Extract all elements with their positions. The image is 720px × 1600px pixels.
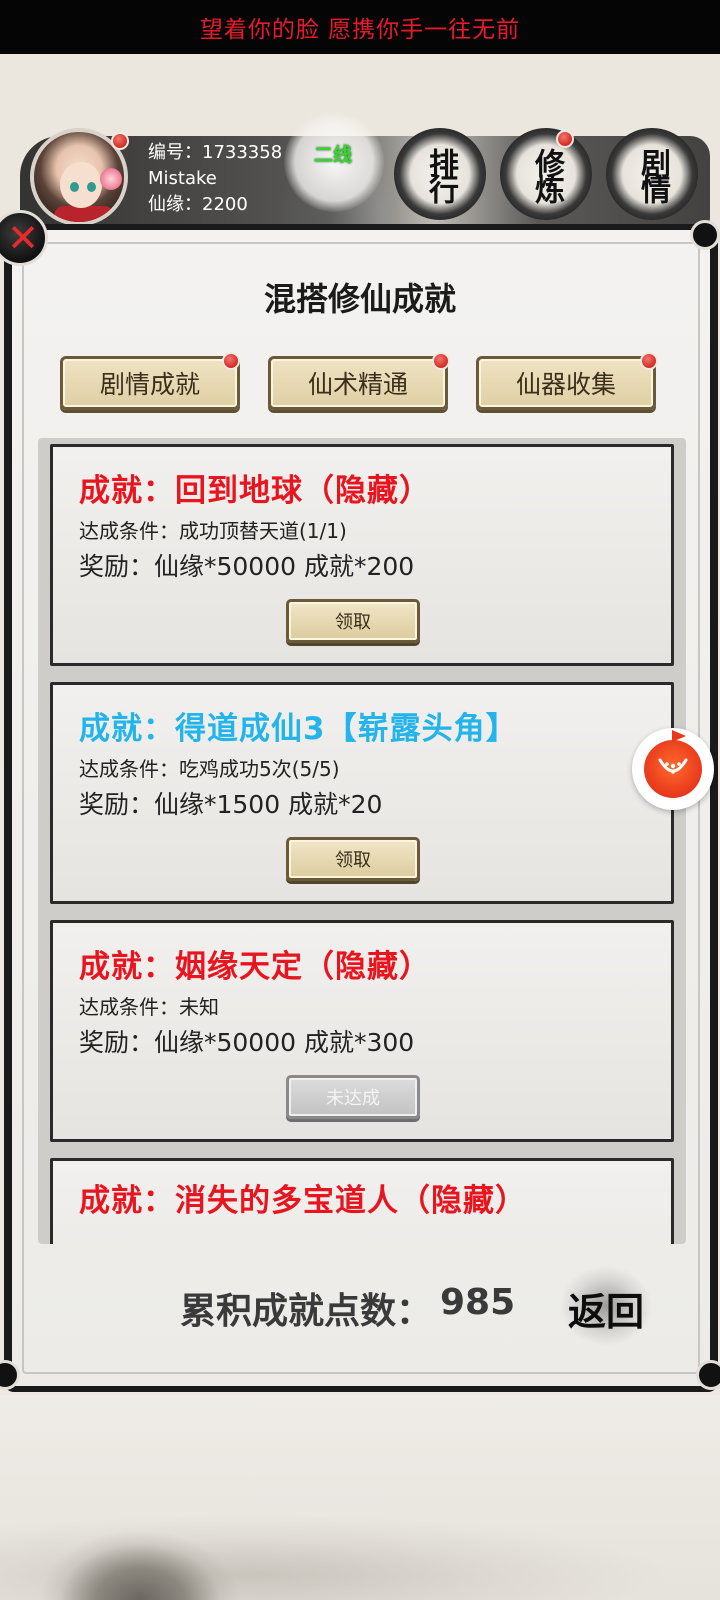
total-points-value: 985 (440, 1282, 516, 1323)
tab-artifact-collection[interactable]: 仙器收集 (476, 356, 656, 410)
achievement-reward: 奖励：仙缘*50000 成就*300 (79, 1028, 415, 1057)
achievement-card: 成就：得道成仙3【崭露头角】 达成条件：吃鸡成功5次(5/5) 奖励：仙缘*15… (50, 682, 674, 904)
cultivate-label: 修炼 (529, 148, 564, 200)
achievement-condition: 达成条件：未知 (79, 995, 219, 1019)
achievement-condition: 达成条件：成功顶替天道(1/1) (79, 519, 347, 543)
player-id: 编号：1733358 (148, 142, 283, 163)
avatar-notification-dot (111, 132, 129, 150)
corner-ornament (690, 220, 720, 250)
tab-notification-dot (222, 352, 240, 370)
tab-label: 剧情成就 (99, 370, 200, 399)
story-label: 剧情 (635, 148, 670, 200)
story-button[interactable]: 剧情 (606, 128, 698, 220)
not-achieved-button[interactable]: 未达成 (286, 1075, 420, 1119)
tab-label: 仙术精通 (307, 370, 408, 399)
rank-button[interactable]: 排行 (394, 128, 486, 220)
claim-button[interactable]: 领取 (286, 599, 420, 643)
back-button[interactable]: 返回 (560, 1266, 652, 1350)
corner-ornament (696, 1360, 720, 1390)
tab-spell-mastery[interactable]: 仙术精通 (268, 356, 448, 410)
achievement-condition: 达成条件：吃鸡成功5次(5/5) (79, 757, 340, 781)
achievement-card: 成就：回到地球（隐藏） 达成条件：成功顶替天道(1/1) 奖励：仙缘*50000… (50, 444, 674, 666)
banner-text: 望着你的脸 愿携你手一往无前 (199, 17, 521, 43)
achievement-list[interactable]: 成就：回到地球（隐藏） 达成条件：成功顶替天道(1/1) 奖励：仙缘*50000… (38, 438, 686, 1244)
achievement-reward: 奖励：仙缘*1500 成就*20 (79, 790, 383, 819)
achievement-card: 成就：消失的多宝道人（隐藏） (50, 1158, 674, 1244)
assistant-icon (644, 740, 702, 798)
achievement-title: 成就：得道成仙3【崭露头角】 (79, 711, 518, 747)
panel-title: 混搭修仙成就 (263, 280, 456, 318)
cultivate-notification-dot (556, 130, 574, 148)
achievement-reward: 奖励：仙缘*50000 成就*200 (79, 552, 415, 581)
player-header: 编号：1733358 Mistake 仙缘：2200 二线 排行 修炼 剧情 (0, 112, 720, 228)
player-info: 编号：1733358 Mistake 仙缘：2200 (148, 140, 282, 218)
player-xianyuan: 仙缘：2200 (148, 194, 248, 215)
achievement-title: 成就：回到地球（隐藏） (79, 473, 431, 509)
server-line-label[interactable]: 二线 (314, 140, 352, 167)
claim-button[interactable]: 领取 (286, 837, 420, 881)
rank-label: 排行 (423, 148, 458, 200)
top-banner: 望着你的脸 愿携你手一往无前 (0, 0, 720, 54)
achievement-title: 成就：消失的多宝道人（隐藏） (79, 1183, 527, 1219)
achievement-card: 成就：姻缘天定（隐藏） 达成条件：未知 奖励：仙缘*50000 成就*300 未… (50, 920, 674, 1142)
tab-label: 仙器收集 (515, 370, 616, 399)
player-name: Mistake (148, 168, 217, 189)
cultivate-button[interactable]: 修炼 (500, 128, 592, 220)
ink-mountain (40, 1480, 240, 1600)
achievement-title: 成就：姻缘天定（隐藏） (79, 949, 431, 985)
tab-notification-dot (432, 352, 450, 370)
back-label: 返回 (567, 1289, 644, 1334)
tab-story-achievements[interactable]: 剧情成就 (60, 356, 240, 410)
total-points-label: 累积成就点数： (180, 1291, 433, 1332)
tab-notification-dot (640, 352, 658, 370)
